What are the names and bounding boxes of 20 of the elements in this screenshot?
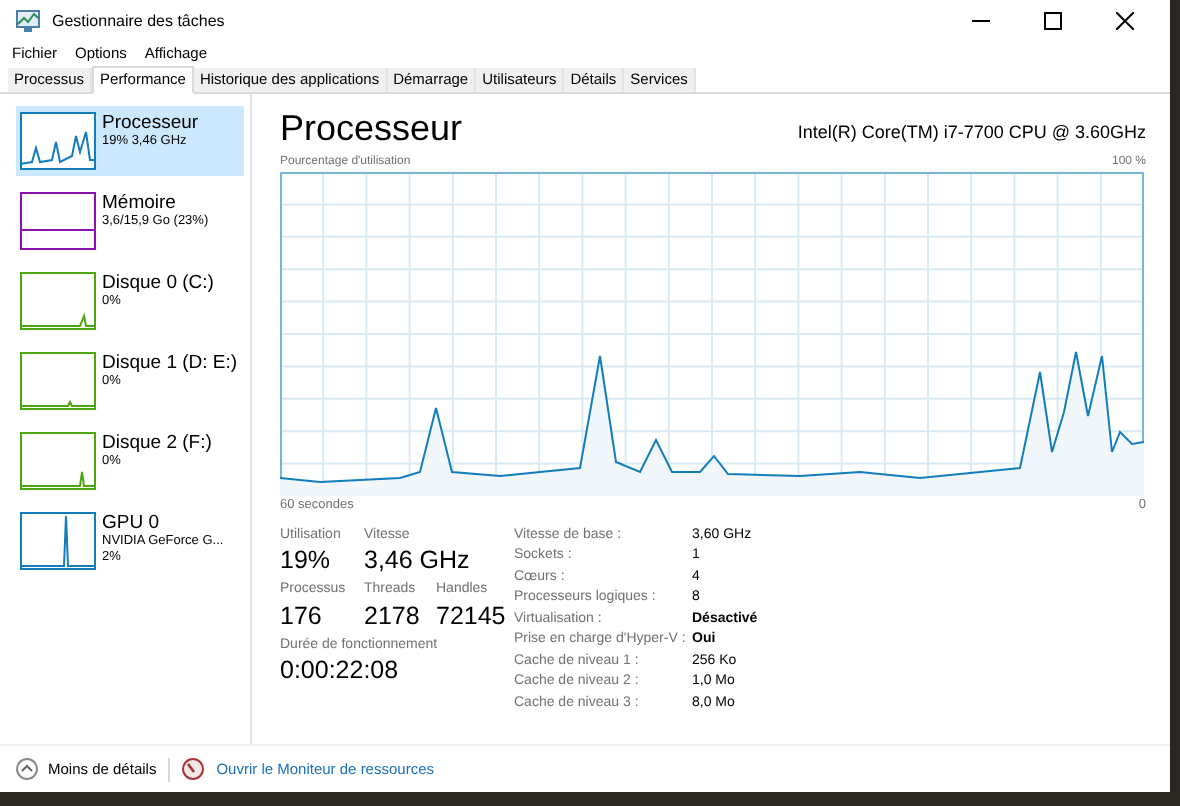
stat-value: 176	[280, 601, 322, 632]
maximize-icon	[1043, 12, 1061, 30]
gauge-icon	[182, 758, 205, 780]
item-name: GPU 0	[102, 512, 162, 534]
item-name: Processeur	[102, 112, 199, 134]
stat-value: 19%	[280, 546, 331, 577]
stat-value: 72145	[436, 601, 506, 632]
stat-value: 2178	[364, 601, 420, 632]
chevron-up-icon	[16, 758, 38, 780]
item-name: Mémoire	[102, 192, 178, 214]
item-name: Disque 1 (D: E:)	[102, 352, 238, 374]
item-name: Disque 0 (C:)	[102, 272, 214, 294]
item-name: Disque 2 (F:)	[102, 432, 212, 454]
close-icon	[1115, 12, 1133, 30]
stat-value: 3,46 GHz	[364, 546, 470, 577]
page-title: Processeur	[280, 106, 463, 150]
window-title: Gestionnaire des tâches	[52, 9, 225, 33]
cpu-model: Intel(R) Core(TM) i7-7700 CPU @ 3.60GHz	[797, 119, 1146, 146]
app-icon	[16, 10, 40, 32]
stat-value: 0:00:22:08	[280, 656, 399, 687]
